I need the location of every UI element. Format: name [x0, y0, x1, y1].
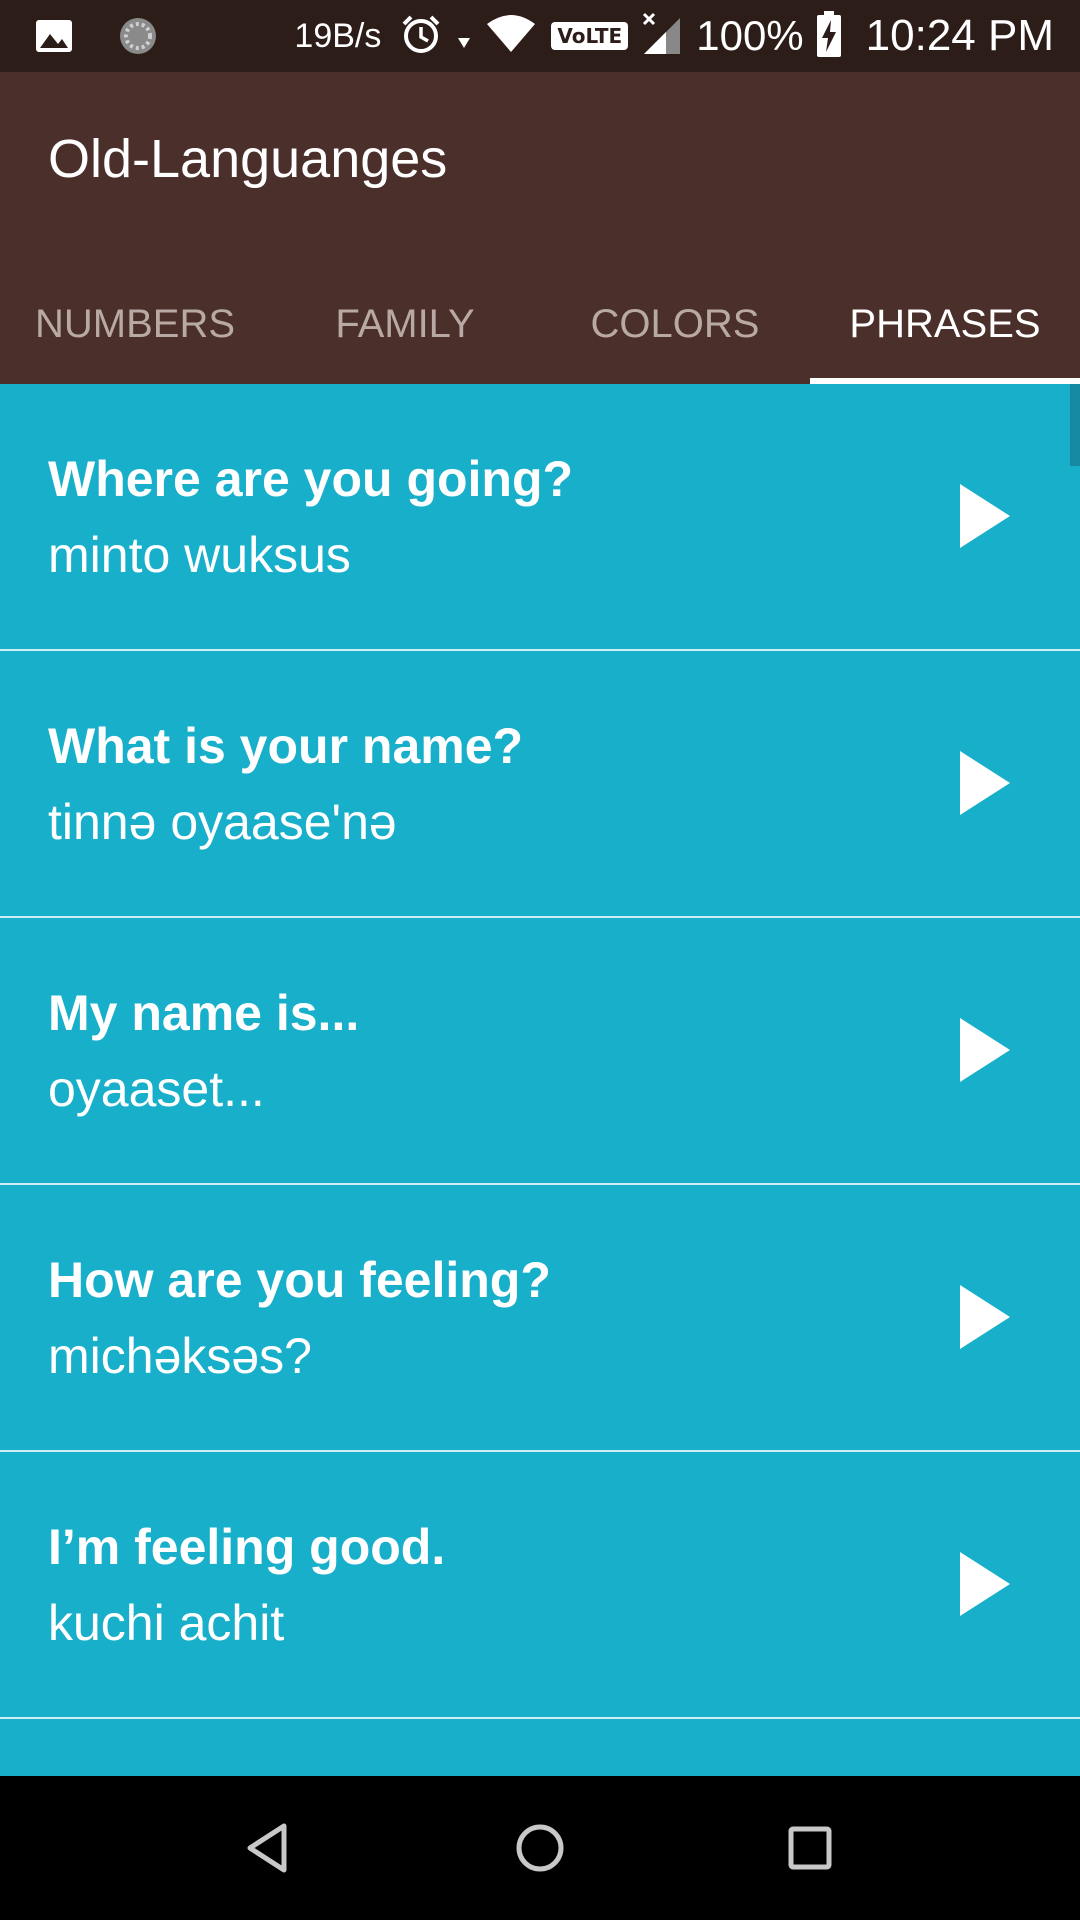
app-bar: Old-Languanges NUMBERS FAMILY COLORS PHR… [0, 72, 1080, 384]
play-icon[interactable] [960, 1552, 1010, 1616]
list-item[interactable]: What is your name? tinnə oyaase'nə [0, 651, 1080, 918]
image-icon [34, 16, 74, 61]
tab-family[interactable]: FAMILY [270, 264, 540, 384]
volte-icon: VoLTE [551, 22, 629, 50]
phrase-english: I’m feeling good. [48, 1519, 446, 1575]
tab-phrases[interactable]: PHRASES [810, 264, 1080, 384]
play-icon[interactable] [960, 1018, 1010, 1082]
phrase-english: Where are you going? [48, 451, 574, 507]
scrollbar[interactable] [1070, 384, 1080, 466]
phrase-english: How are you feeling? [48, 1252, 551, 1308]
play-icon[interactable] [960, 484, 1010, 548]
play-icon[interactable] [960, 1285, 1010, 1349]
tab-numbers[interactable]: NUMBERS [0, 264, 270, 384]
list-item[interactable]: I’m feeling good. kuchi achit [0, 1452, 1080, 1719]
phrase-translation: oyaaset... [48, 1061, 265, 1117]
home-icon[interactable] [510, 1818, 570, 1878]
app-title: Old-Languanges [48, 129, 448, 189]
status-bar: 19B/s VoLTE 100% 10:24 PM [0, 0, 1080, 72]
phrase-english: My name is... [48, 985, 360, 1041]
list-item-partial[interactable] [0, 1719, 1080, 1776]
list-item[interactable]: How are you feeling? michəksəs? [0, 1185, 1080, 1452]
signal-icon [640, 12, 682, 61]
sync-icon [116, 14, 160, 63]
recents-icon[interactable] [780, 1818, 840, 1878]
phrase-translation: kuchi achit [48, 1595, 285, 1651]
alarm-icon [399, 12, 443, 61]
play-icon[interactable] [960, 751, 1010, 815]
clock: 10:24 PM [865, 11, 1054, 60]
tab-colors[interactable]: COLORS [540, 264, 810, 384]
battery-charging-icon [816, 10, 842, 63]
net-speed: 19B/s [294, 16, 382, 55]
back-icon[interactable] [240, 1818, 300, 1878]
phrase-translation: michəksəs? [48, 1328, 312, 1384]
phrase-english: What is your name? [48, 718, 524, 774]
phrase-translation: tinnə oyaase'nə [48, 794, 397, 850]
tab-bar: NUMBERS FAMILY COLORS PHRASES [0, 264, 1080, 384]
phrase-list[interactable]: Where are you going? minto wuksus What i… [0, 384, 1080, 1776]
wifi-icon [485, 14, 537, 59]
phrase-translation: minto wuksus [48, 527, 351, 583]
list-item[interactable]: My name is... oyaaset... [0, 918, 1080, 1185]
list-item[interactable]: Where are you going? minto wuksus [0, 384, 1080, 651]
data-arrow-icon [457, 14, 471, 59]
battery-percent: 100% [696, 12, 804, 59]
nav-bar [0, 1776, 1080, 1920]
